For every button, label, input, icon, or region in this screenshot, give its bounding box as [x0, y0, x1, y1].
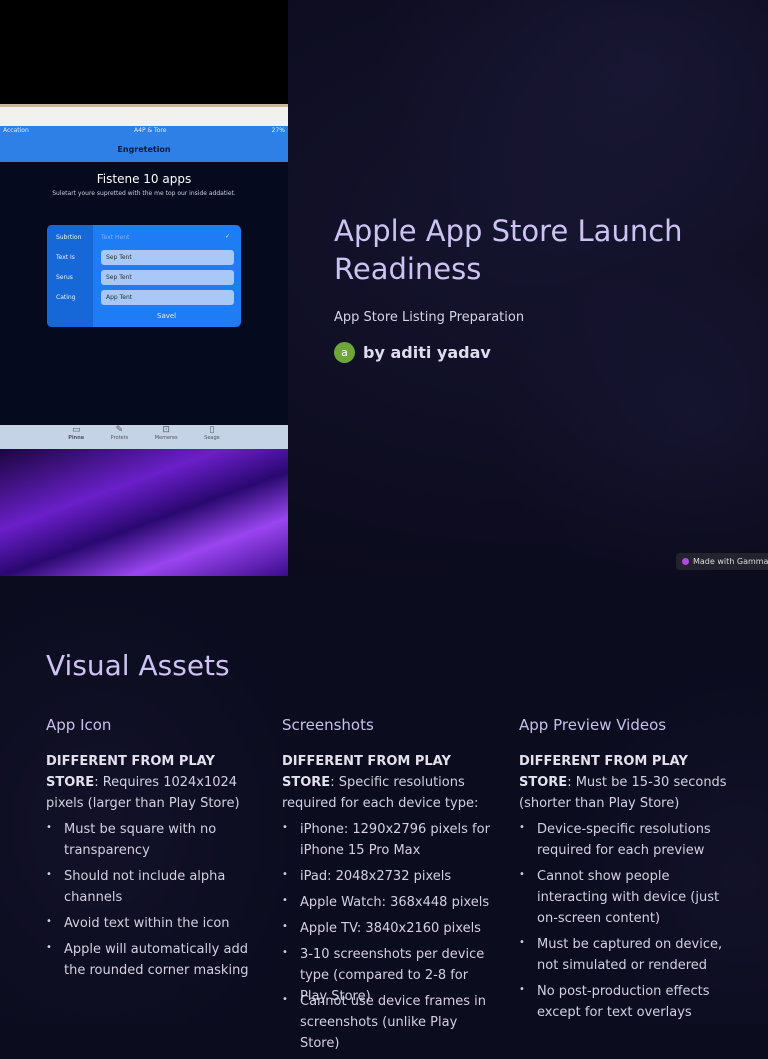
save-label: Savel	[157, 312, 177, 320]
badge-label: Made with Gamma	[693, 557, 768, 566]
status-center: A4P & Tore	[134, 127, 167, 134]
bullet-list: Must be square with no transparency Shou…	[46, 817, 256, 981]
made-with-gamma-badge[interactable]: Made with Gamma	[676, 553, 768, 570]
columns: App Icon DIFFERENT FROM PLAY STORE: Requ…	[0, 716, 768, 1051]
list-item: iPad: 2048x2732 pixels	[282, 864, 492, 887]
hero-image: Accation A4P & Tore 27% Engretetion Fist…	[0, 0, 288, 576]
screen-title: Fistene 10 apps	[96, 172, 192, 186]
form-input: Sep Tent	[101, 250, 234, 265]
form-label: Text Is	[56, 254, 75, 261]
list-item: 3-10 screenshots per device type (compar…	[282, 942, 492, 1004]
list-item: Device-specific resolutions required for…	[519, 817, 729, 861]
gamma-logo-icon	[682, 558, 689, 565]
form-card: Subrtion Text Hent ✓ Text Is Sep Tent Se…	[47, 225, 241, 327]
status-bar: Accation A4P & Tore 27%	[0, 126, 288, 136]
inbox-icon: ⊡	[162, 425, 170, 435]
battery: 27%	[271, 127, 285, 134]
list-item: Should not include alpha channels	[46, 864, 256, 908]
list-item: Apple TV: 3840x2160 pixels	[282, 916, 492, 939]
form-label: Cating	[56, 294, 76, 301]
avatar: a	[334, 342, 355, 363]
screen-subtitle: Suletart youre supretted with the me top…	[52, 190, 236, 197]
column-lead: DIFFERENT FROM PLAY STORE: Must be 15-30…	[519, 754, 727, 811]
folder-icon: ▭	[71, 425, 81, 435]
page-subtitle: App Store Listing Preparation	[334, 310, 525, 325]
list-item: Apple will automatically add the rounded…	[46, 937, 256, 981]
form-label: Serus	[56, 274, 73, 281]
visual-assets-section: Visual Assets App Icon DIFFERENT FROM PL…	[0, 576, 768, 1051]
list-item: Must be captured on device, not simulate…	[519, 932, 729, 976]
carrier: Accation	[3, 127, 29, 134]
device-screen: Accation A4P & Tore 27% Engretetion Fist…	[0, 126, 288, 426]
list-item: Avoid text within the icon	[46, 911, 256, 934]
list-item: Apple Watch: 368x448 pixels	[282, 890, 492, 913]
tab-item: ✎ Protets	[110, 425, 129, 441]
list-item: Cannot show people interacting with devi…	[519, 864, 729, 929]
list-item: No post-production effects except for te…	[519, 979, 729, 1023]
document-icon: ▯	[209, 425, 215, 435]
bullet-list: Device-specific resolutions required for…	[519, 817, 729, 1023]
column-heading: App Icon	[46, 716, 112, 734]
purple-silk	[0, 449, 288, 576]
tab-bar: ▭ Pinne ✎ Protets ⊡ Memeres ▯ Seage	[0, 425, 288, 449]
title-slide: Accation A4P & Tore 27% Engretetion Fist…	[0, 0, 768, 576]
page-title: Apple App Store Launch Readiness	[334, 214, 683, 286]
column-lead: DIFFERENT FROM PLAY STORE: Specific reso…	[282, 754, 479, 811]
form-input: App Tent	[101, 290, 234, 305]
tab-item: ▯ Seage	[204, 425, 220, 441]
column-app-icon: App Icon DIFFERENT FROM PLAY STORE: Requ…	[46, 716, 256, 986]
section-title: Visual Assets	[46, 649, 230, 682]
list-item: Cannot use device frames in screenshots …	[282, 989, 492, 1054]
tab-item: ⊡ Memeres	[154, 425, 178, 441]
check-icon: ✓	[225, 233, 231, 240]
column-lead: DIFFERENT FROM PLAY STORE: Requires 1024…	[46, 754, 240, 811]
form-label: Subrtion	[56, 234, 82, 241]
nav-title: Engretetion	[0, 136, 288, 162]
list-item: iPhone: 1290x2796 pixels for iPhone 15 P…	[282, 817, 492, 861]
column-preview-videos: App Preview Videos DIFFERENT FROM PLAY S…	[519, 716, 729, 1028]
author-name: by aditi yadav	[363, 343, 491, 362]
device-frame	[0, 104, 288, 126]
column-heading: Screenshots	[282, 716, 374, 734]
form-input: Sep Tent	[101, 270, 234, 285]
column-heading: App Preview Videos	[519, 716, 667, 734]
bullet-list: iPhone: 1290x2796 pixels for iPhone 15 P…	[282, 817, 492, 1054]
list-item: Must be square with no transparency	[46, 817, 256, 861]
tab-item: ▭ Pinne	[68, 425, 85, 441]
pen-icon: ✎	[115, 425, 124, 435]
form-value: Text Hent	[101, 234, 130, 241]
column-screenshots: Screenshots DIFFERENT FROM PLAY STORE: S…	[282, 716, 492, 1059]
author: a by aditi yadav	[334, 342, 491, 363]
